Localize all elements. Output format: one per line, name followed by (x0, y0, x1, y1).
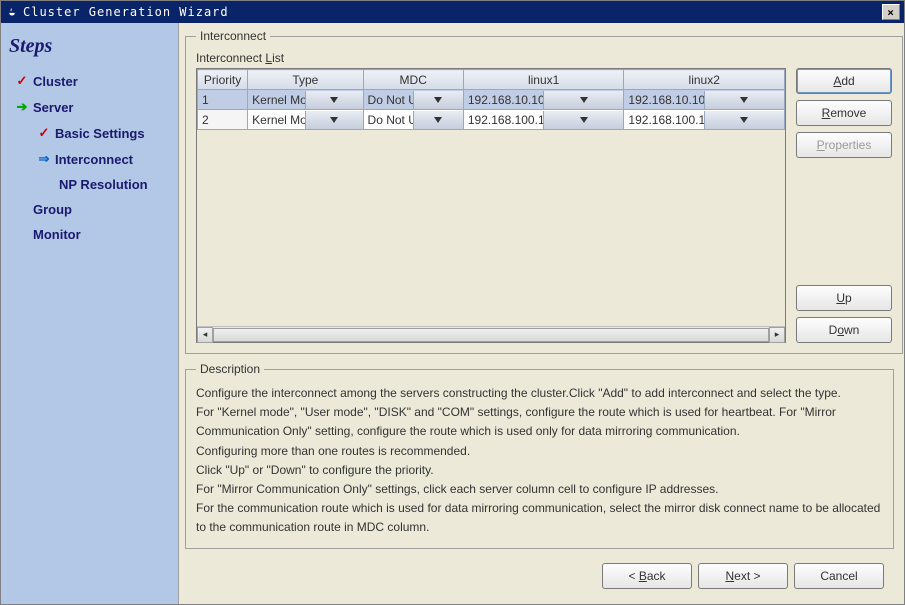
host2-cell[interactable]: 192.168.10.104 (624, 90, 785, 110)
steps-sidebar: Steps ✓ Cluster ➔ Server ✓ Basic Setting… (1, 23, 179, 604)
horizontal-scrollbar[interactable]: ◂ ▸ (197, 326, 785, 342)
interconnect-legend: Interconnect (196, 29, 270, 43)
chevron-down-icon[interactable] (704, 111, 784, 129)
step-cluster[interactable]: ✓ Cluster (7, 68, 172, 94)
host1-cell[interactable]: 192.168.10.103 (463, 90, 624, 110)
window-title: Cluster Generation Wizard (23, 5, 229, 19)
arrow-green-icon: ➔ (15, 99, 29, 115)
description-legend: Description (196, 362, 264, 376)
up-button[interactable]: Up (796, 285, 892, 311)
mdc-cell[interactable]: Do Not Use (363, 110, 463, 130)
step-server[interactable]: ➔ Server (7, 94, 172, 120)
description-group: Description Configure the interconnect a… (185, 362, 894, 549)
table-empty-area (197, 130, 785, 326)
next-button[interactable]: Next > (698, 563, 788, 589)
step-basic-settings[interactable]: ✓ Basic Settings (7, 120, 172, 146)
host2-cell[interactable]: 192.168.100.104 (624, 110, 785, 130)
arrow-blue-icon: ⇒ (37, 151, 51, 167)
check-icon: ✓ (37, 125, 51, 141)
col-mdc[interactable]: MDC (363, 70, 463, 90)
mdc-cell[interactable]: Do Not Use (363, 90, 463, 110)
check-icon: ✓ (15, 73, 29, 89)
cancel-button[interactable]: Cancel (794, 563, 884, 589)
remove-button[interactable]: Remove (796, 100, 892, 126)
scrollbar-track[interactable] (213, 328, 769, 342)
chevron-down-icon[interactable] (305, 111, 363, 129)
step-group[interactable]: Group (7, 197, 172, 222)
priority-cell[interactable]: 1 (198, 90, 248, 110)
step-label: Cluster (33, 74, 78, 89)
step-label: Basic Settings (55, 126, 145, 141)
step-label: Group (33, 202, 72, 217)
wizard-footer: < Back Next > Cancel (185, 557, 894, 597)
col-type[interactable]: Type (248, 70, 363, 90)
close-icon: × (887, 6, 895, 19)
chevron-down-icon[interactable] (543, 111, 623, 129)
step-label: Interconnect (55, 152, 133, 167)
table-row[interactable]: 1 Kernel Mode Do Not Use 192.168.10.103 … (198, 90, 785, 110)
step-label: Server (33, 100, 73, 115)
scroll-right-icon[interactable]: ▸ (769, 327, 785, 343)
interconnect-group: Interconnect Interconnect List Priority … (185, 29, 903, 354)
step-interconnect[interactable]: ⇒ Interconnect (7, 146, 172, 172)
chevron-down-icon[interactable] (413, 111, 463, 129)
close-button[interactable]: × (882, 4, 900, 20)
back-button[interactable]: < Back (602, 563, 692, 589)
step-np-resolution[interactable]: NP Resolution (7, 172, 172, 197)
step-monitor[interactable]: Monitor (7, 222, 172, 247)
java-icon (5, 5, 19, 19)
table-row[interactable]: 2 Kernel Mode Do Not Use 192.168.100.103… (198, 110, 785, 130)
col-priority[interactable]: Priority (198, 70, 248, 90)
titlebar: Cluster Generation Wizard × (1, 1, 904, 23)
host1-cell[interactable]: 192.168.100.103 (463, 110, 624, 130)
step-label: NP Resolution (59, 177, 148, 192)
down-button[interactable]: Down (796, 317, 892, 343)
chevron-down-icon[interactable] (305, 91, 363, 109)
type-cell[interactable]: Kernel Mode (248, 90, 363, 110)
step-label: Monitor (33, 227, 81, 242)
chevron-down-icon[interactable] (413, 91, 463, 109)
properties-button[interactable]: Properties (796, 132, 892, 158)
col-host2[interactable]: linux2 (624, 70, 785, 90)
interconnect-table-wrap: Priority Type MDC linux1 linux2 1 Kernel… (196, 68, 786, 343)
description-text: Configure the interconnect among the ser… (196, 384, 883, 538)
scrollbar-thumb[interactable] (213, 328, 769, 342)
interconnect-table: Priority Type MDC linux1 linux2 1 Kernel… (197, 69, 785, 130)
chevron-down-icon[interactable] (543, 91, 623, 109)
add-button[interactable]: Add (796, 68, 892, 94)
steps-heading: Steps (9, 35, 170, 58)
scroll-left-icon[interactable]: ◂ (197, 327, 213, 343)
type-cell[interactable]: Kernel Mode (248, 110, 363, 130)
table-header-row: Priority Type MDC linux1 linux2 (198, 70, 785, 90)
chevron-down-icon[interactable] (704, 91, 784, 109)
priority-cell[interactable]: 2 (198, 110, 248, 130)
interconnect-list-label: Interconnect List (196, 51, 892, 65)
col-host1[interactable]: linux1 (463, 70, 624, 90)
